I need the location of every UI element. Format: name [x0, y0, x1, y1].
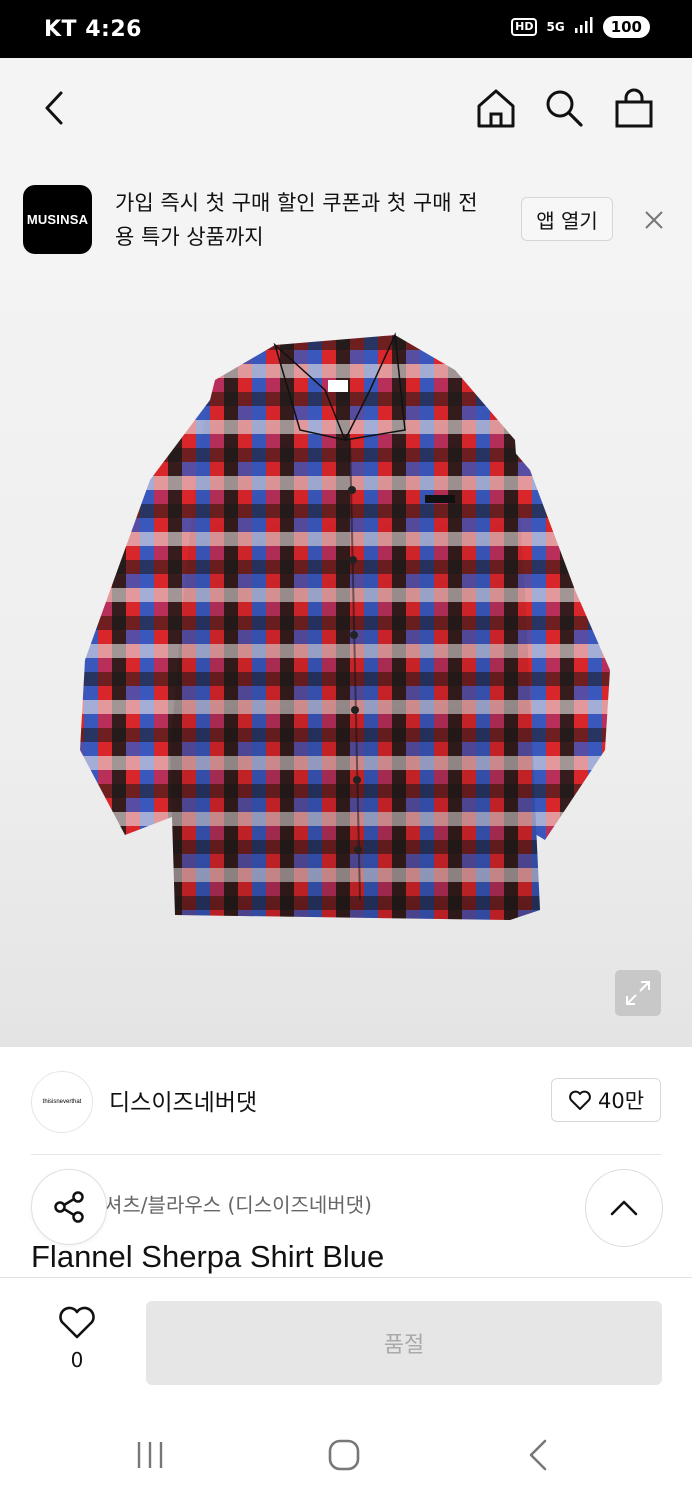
musinsa-logo: MUSINSA [23, 185, 92, 254]
expand-icon[interactable] [615, 970, 661, 1016]
app-install-banner: MUSINSA 가입 즉시 첫 구매 할인 쿠폰과 첫 구매 전용 특가 상품까… [0, 160, 692, 280]
status-bar: KT 4:26 HD 5G 100 [0, 0, 692, 58]
scroll-top-button[interactable] [585, 1169, 663, 1247]
product-photo [80, 332, 610, 920]
brand-logo[interactable]: thisisneverthat [31, 1071, 93, 1133]
recent-apps-icon[interactable] [128, 1435, 172, 1475]
brand-name[interactable]: 디스이즈네버댓 [109, 1083, 257, 1117]
product-name: Flannel Sherpa Shirt Blue [31, 1239, 385, 1274]
divider [31, 1154, 661, 1155]
home-button-icon[interactable] [322, 1435, 366, 1475]
back-nav-icon[interactable] [516, 1435, 560, 1475]
search-icon[interactable] [540, 84, 588, 132]
network-5g-icon: 5G [546, 20, 565, 34]
soldout-button[interactable]: 품절 [146, 1301, 662, 1385]
open-app-button[interactable]: 앱 열기 [521, 197, 613, 241]
shopping-bag-icon[interactable] [610, 84, 658, 132]
wishlist-button[interactable]: 0 [54, 1304, 100, 1372]
banner-message: 가입 즉시 첫 구매 할인 쿠폰과 첫 구매 전용 특가 상품까지 [115, 191, 478, 249]
chevron-up-icon [610, 1200, 638, 1216]
product-info: thisisneverthat 디스이즈네버댓 40만 셔츠/블라우스 (디스이… [0, 1047, 692, 1277]
signal-icon [574, 17, 594, 37]
brand-like-button[interactable]: 40만 [551, 1078, 661, 1122]
status-time: KT 4:26 [44, 17, 142, 42]
close-icon[interactable] [640, 206, 668, 234]
hd-icon: HD [511, 18, 538, 36]
back-icon[interactable] [34, 84, 74, 132]
share-button[interactable] [31, 1169, 107, 1245]
home-icon[interactable] [472, 84, 520, 132]
brand-like-count: 40만 [597, 1089, 645, 1113]
product-image-area[interactable] [0, 280, 692, 1047]
heart-icon [59, 1306, 95, 1339]
top-navigation [0, 58, 692, 161]
status-icons: HD 5G 100 [511, 16, 650, 38]
product-category[interactable]: 셔츠/블라우스 (디스이즈네버댓) [104, 1189, 372, 1218]
system-navigation-bar [0, 1405, 692, 1500]
heart-icon [569, 1090, 591, 1110]
battery-indicator: 100 [602, 16, 650, 38]
purchase-bar: 0 품절 [0, 1277, 692, 1406]
wishlist-count: 0 [70, 1348, 84, 1372]
share-icon [54, 1191, 84, 1223]
